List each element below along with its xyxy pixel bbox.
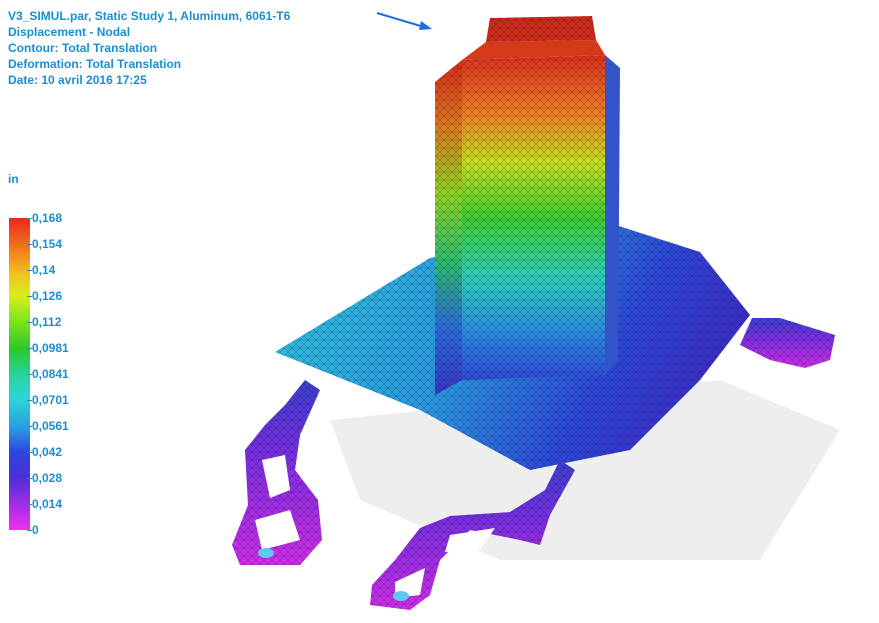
left-leg (232, 380, 322, 565)
vertical-column (435, 16, 620, 395)
model-viewport[interactable] (0, 0, 879, 623)
fixture-marker (393, 591, 409, 601)
fixture-marker (258, 548, 274, 558)
right-bracket (740, 318, 835, 368)
direction-arrow-icon (376, 12, 432, 30)
